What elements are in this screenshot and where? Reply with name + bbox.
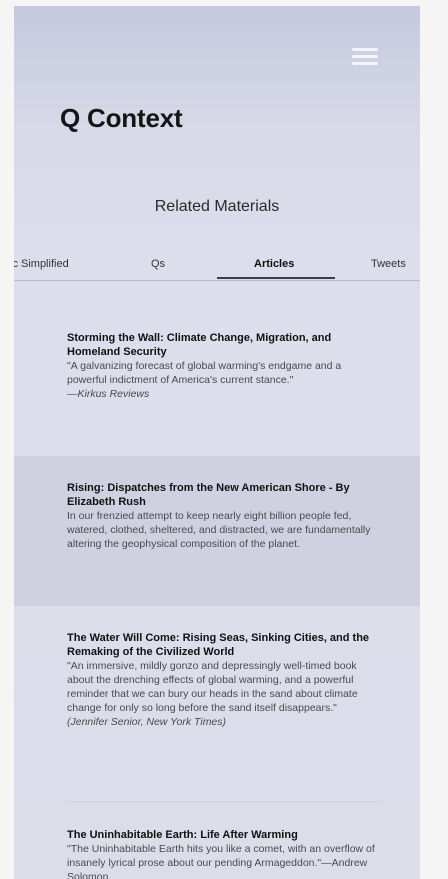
article-citation: —Kirkus Reviews: [67, 388, 150, 400]
app-screen: Q Context Related Materials ic Simplifie…: [14, 6, 420, 879]
article-excerpt: "A galvanizing forecast of global warmin…: [67, 360, 342, 386]
hamburger-menu-icon[interactable]: [352, 46, 378, 66]
article-title: Rising: Dispatches from the New American…: [67, 482, 350, 508]
article-title: The Water Will Come: Rising Seas, Sinkin…: [67, 632, 370, 658]
article-excerpt: "An immersive, mildly gonzo and depressi…: [67, 660, 358, 714]
tab-topic-simplified[interactable]: ic Simplified: [14, 258, 69, 270]
article-list: Storming the Wall: Climate Change, Migra…: [14, 281, 420, 879]
article-item[interactable]: The Uninhabitable Earth: Life After Warm…: [14, 802, 420, 879]
article-title: Storming the Wall: Climate Change, Migra…: [67, 332, 332, 358]
article-citation: (Jennifer Senior, New York Times): [67, 716, 227, 728]
active-tab-indicator: [217, 277, 335, 279]
article-title: The Uninhabitable Earth: Life After Warm…: [67, 829, 298, 841]
page: Q Context Related Materials ic Simplifie…: [0, 0, 448, 879]
article-excerpt: In our frenzied attempt to keep nearly e…: [67, 510, 371, 550]
tab-tweets[interactable]: Tweets: [371, 258, 406, 270]
section-title: Related Materials: [154, 198, 280, 215]
article-item[interactable]: Storming the Wall: Climate Change, Migra…: [14, 281, 420, 456]
article-item[interactable]: The Water Will Come: Rising Seas, Sinkin…: [14, 606, 420, 801]
article-excerpt: "The Uninhabitable Earth hits you like a…: [67, 843, 375, 879]
menu-bar: [352, 62, 378, 65]
page-title: Q Context: [60, 103, 183, 133]
menu-bar: [352, 48, 378, 51]
tab-qs[interactable]: Qs: [151, 258, 165, 270]
article-item[interactable]: Rising: Dispatches from the New American…: [14, 456, 420, 606]
tab-articles[interactable]: Articles: [254, 258, 294, 270]
menu-bar: [352, 55, 378, 58]
